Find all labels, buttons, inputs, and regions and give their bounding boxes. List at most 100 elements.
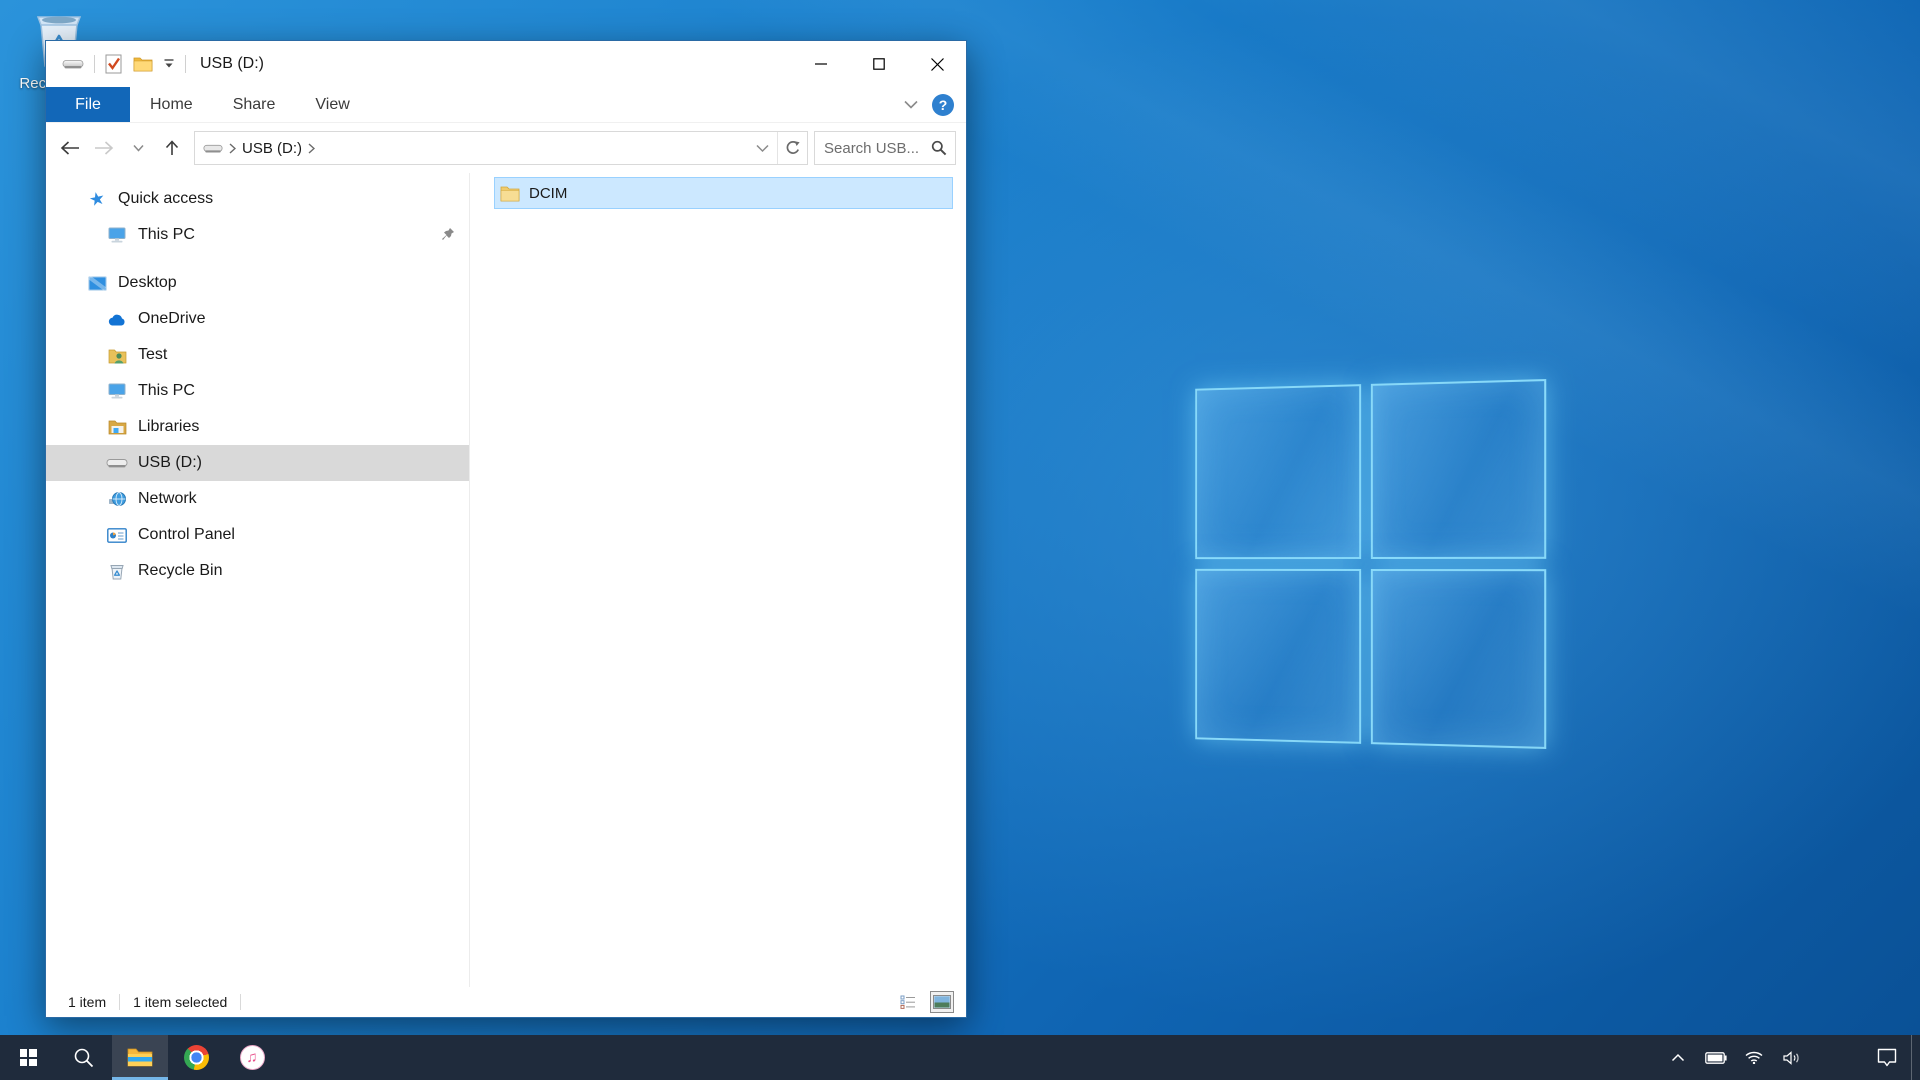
thumbnail-view-icon xyxy=(933,995,951,1009)
windows-wallpaper-logo xyxy=(1195,379,1546,749)
control-panel-icon xyxy=(106,528,128,543)
breadcrumb-segment[interactable]: USB (D:) xyxy=(242,140,302,157)
sidebar-item-libraries[interactable]: Libraries xyxy=(46,409,469,445)
navigation-bar: USB (D:) xyxy=(46,123,966,173)
minimize-button[interactable] xyxy=(792,41,850,87)
music-note-glyph: ♫ xyxy=(246,1049,257,1066)
separator xyxy=(185,55,186,73)
sidebar-item-recycle-bin[interactable]: Recycle Bin xyxy=(46,553,469,589)
usb-drive-icon xyxy=(106,456,128,470)
computer-icon xyxy=(106,227,128,244)
usb-drive-icon xyxy=(203,142,223,155)
taskbar-chrome-button[interactable] xyxy=(168,1035,224,1080)
sidebar-item-control-panel[interactable]: Control Panel xyxy=(46,517,469,553)
system-drive-icon[interactable] xyxy=(62,57,84,71)
logo-pane xyxy=(1371,569,1546,749)
logo-pane xyxy=(1195,569,1361,744)
show-desktop-button[interactable] xyxy=(1911,1035,1920,1080)
status-item-count: 1 item xyxy=(68,994,106,1010)
up-arrow-icon xyxy=(164,140,180,156)
refresh-icon xyxy=(785,140,801,156)
taskbar-itunes-button[interactable]: ♫ xyxy=(224,1035,280,1080)
sidebar-item-this-pc-pinned[interactable]: This PC xyxy=(46,217,469,253)
tray-chevron-up-button[interactable] xyxy=(1659,1035,1697,1080)
help-button[interactable]: ? xyxy=(932,94,954,116)
help-icon: ? xyxy=(939,97,948,113)
chevron-down-icon xyxy=(163,58,175,70)
close-icon xyxy=(931,58,944,71)
new-folder-button[interactable] xyxy=(133,56,153,72)
thumbnail-view-button[interactable] xyxy=(930,991,954,1013)
details-view-button[interactable] xyxy=(896,991,920,1013)
sidebar-item-label: Desktop xyxy=(118,274,177,292)
details-view-icon xyxy=(900,995,916,1009)
status-selection: 1 item selected xyxy=(133,994,227,1010)
tab-home[interactable]: Home xyxy=(130,87,213,122)
sidebar-item-onedrive[interactable]: OneDrive xyxy=(46,301,469,337)
sidebar-item-label: Libraries xyxy=(138,418,199,436)
folder-icon xyxy=(133,56,153,72)
onedrive-cloud-icon xyxy=(106,313,128,326)
expand-ribbon-button[interactable] xyxy=(904,96,918,114)
system-tray xyxy=(1659,1035,1920,1080)
sidebar-item-quick-access[interactable]: ★ Quick access xyxy=(46,181,469,217)
volume-icon xyxy=(1783,1051,1801,1065)
tray-battery-button[interactable] xyxy=(1697,1035,1735,1080)
wifi-icon xyxy=(1745,1051,1763,1064)
sidebar-item-test[interactable]: Test xyxy=(46,337,469,373)
sidebar-item-label: Network xyxy=(138,490,197,508)
sidebar-item-desktop[interactable]: Desktop xyxy=(46,265,469,301)
sidebar-item-label: USB (D:) xyxy=(138,454,202,472)
action-center-button[interactable] xyxy=(1863,1035,1911,1080)
sidebar-item-label: Control Panel xyxy=(138,526,235,544)
search-input[interactable] xyxy=(815,140,929,157)
taskbar-search-button[interactable] xyxy=(56,1035,112,1080)
title-bar[interactable]: USB (D:) xyxy=(46,41,966,87)
customize-toolbar-button[interactable] xyxy=(163,58,175,70)
address-dropdown-button[interactable] xyxy=(747,132,777,164)
caption-buttons xyxy=(792,41,966,87)
sidebar-item-label: This PC xyxy=(138,226,195,244)
properties-button[interactable] xyxy=(105,54,123,74)
network-globe-icon xyxy=(106,491,128,508)
search-box[interactable] xyxy=(814,131,956,165)
separator xyxy=(119,994,120,1010)
recycle-bin-icon xyxy=(106,563,128,580)
recent-locations-button[interactable] xyxy=(122,132,154,164)
file-list-pane[interactable]: DCIM xyxy=(470,173,966,987)
up-button[interactable] xyxy=(156,132,188,164)
sidebar-item-this-pc[interactable]: This PC xyxy=(46,373,469,409)
file-item-dcim[interactable]: DCIM xyxy=(494,177,953,209)
tab-file[interactable]: File xyxy=(46,87,130,122)
windows-logo-icon xyxy=(20,1049,37,1066)
itunes-icon: ♫ xyxy=(240,1045,265,1070)
ribbon-tab-bar: File Home Share View ? xyxy=(46,87,966,123)
sidebar-item-network[interactable]: Network xyxy=(46,481,469,517)
taskbar-file-explorer-button[interactable] xyxy=(112,1035,168,1080)
separator xyxy=(94,55,95,73)
libraries-icon xyxy=(106,419,128,435)
status-bar: 1 item 1 item selected xyxy=(46,987,966,1017)
search-icon xyxy=(73,1047,95,1069)
refresh-button[interactable] xyxy=(777,132,807,164)
address-bar[interactable]: USB (D:) xyxy=(194,131,808,165)
quick-access-star-icon: ★ xyxy=(84,188,109,210)
tab-share[interactable]: Share xyxy=(213,87,296,122)
forward-arrow-icon xyxy=(94,141,114,155)
logo-pane xyxy=(1195,384,1361,559)
pin-icon xyxy=(441,227,455,246)
sidebar-item-usb-drive[interactable]: USB (D:) xyxy=(46,445,469,481)
chevron-right-icon[interactable] xyxy=(229,143,236,154)
tray-volume-button[interactable] xyxy=(1773,1035,1811,1080)
properties-check-icon xyxy=(105,54,123,74)
start-button[interactable] xyxy=(0,1035,56,1080)
close-button[interactable] xyxy=(908,41,966,87)
maximize-button[interactable] xyxy=(850,41,908,87)
navigation-pane: ★ Quick access This PC xyxy=(46,173,470,987)
tray-wifi-button[interactable] xyxy=(1735,1035,1773,1080)
forward-button[interactable] xyxy=(88,132,120,164)
back-button[interactable] xyxy=(54,132,86,164)
chevron-right-icon[interactable] xyxy=(308,143,315,154)
search-icon[interactable] xyxy=(929,140,955,156)
tab-view[interactable]: View xyxy=(295,87,369,122)
